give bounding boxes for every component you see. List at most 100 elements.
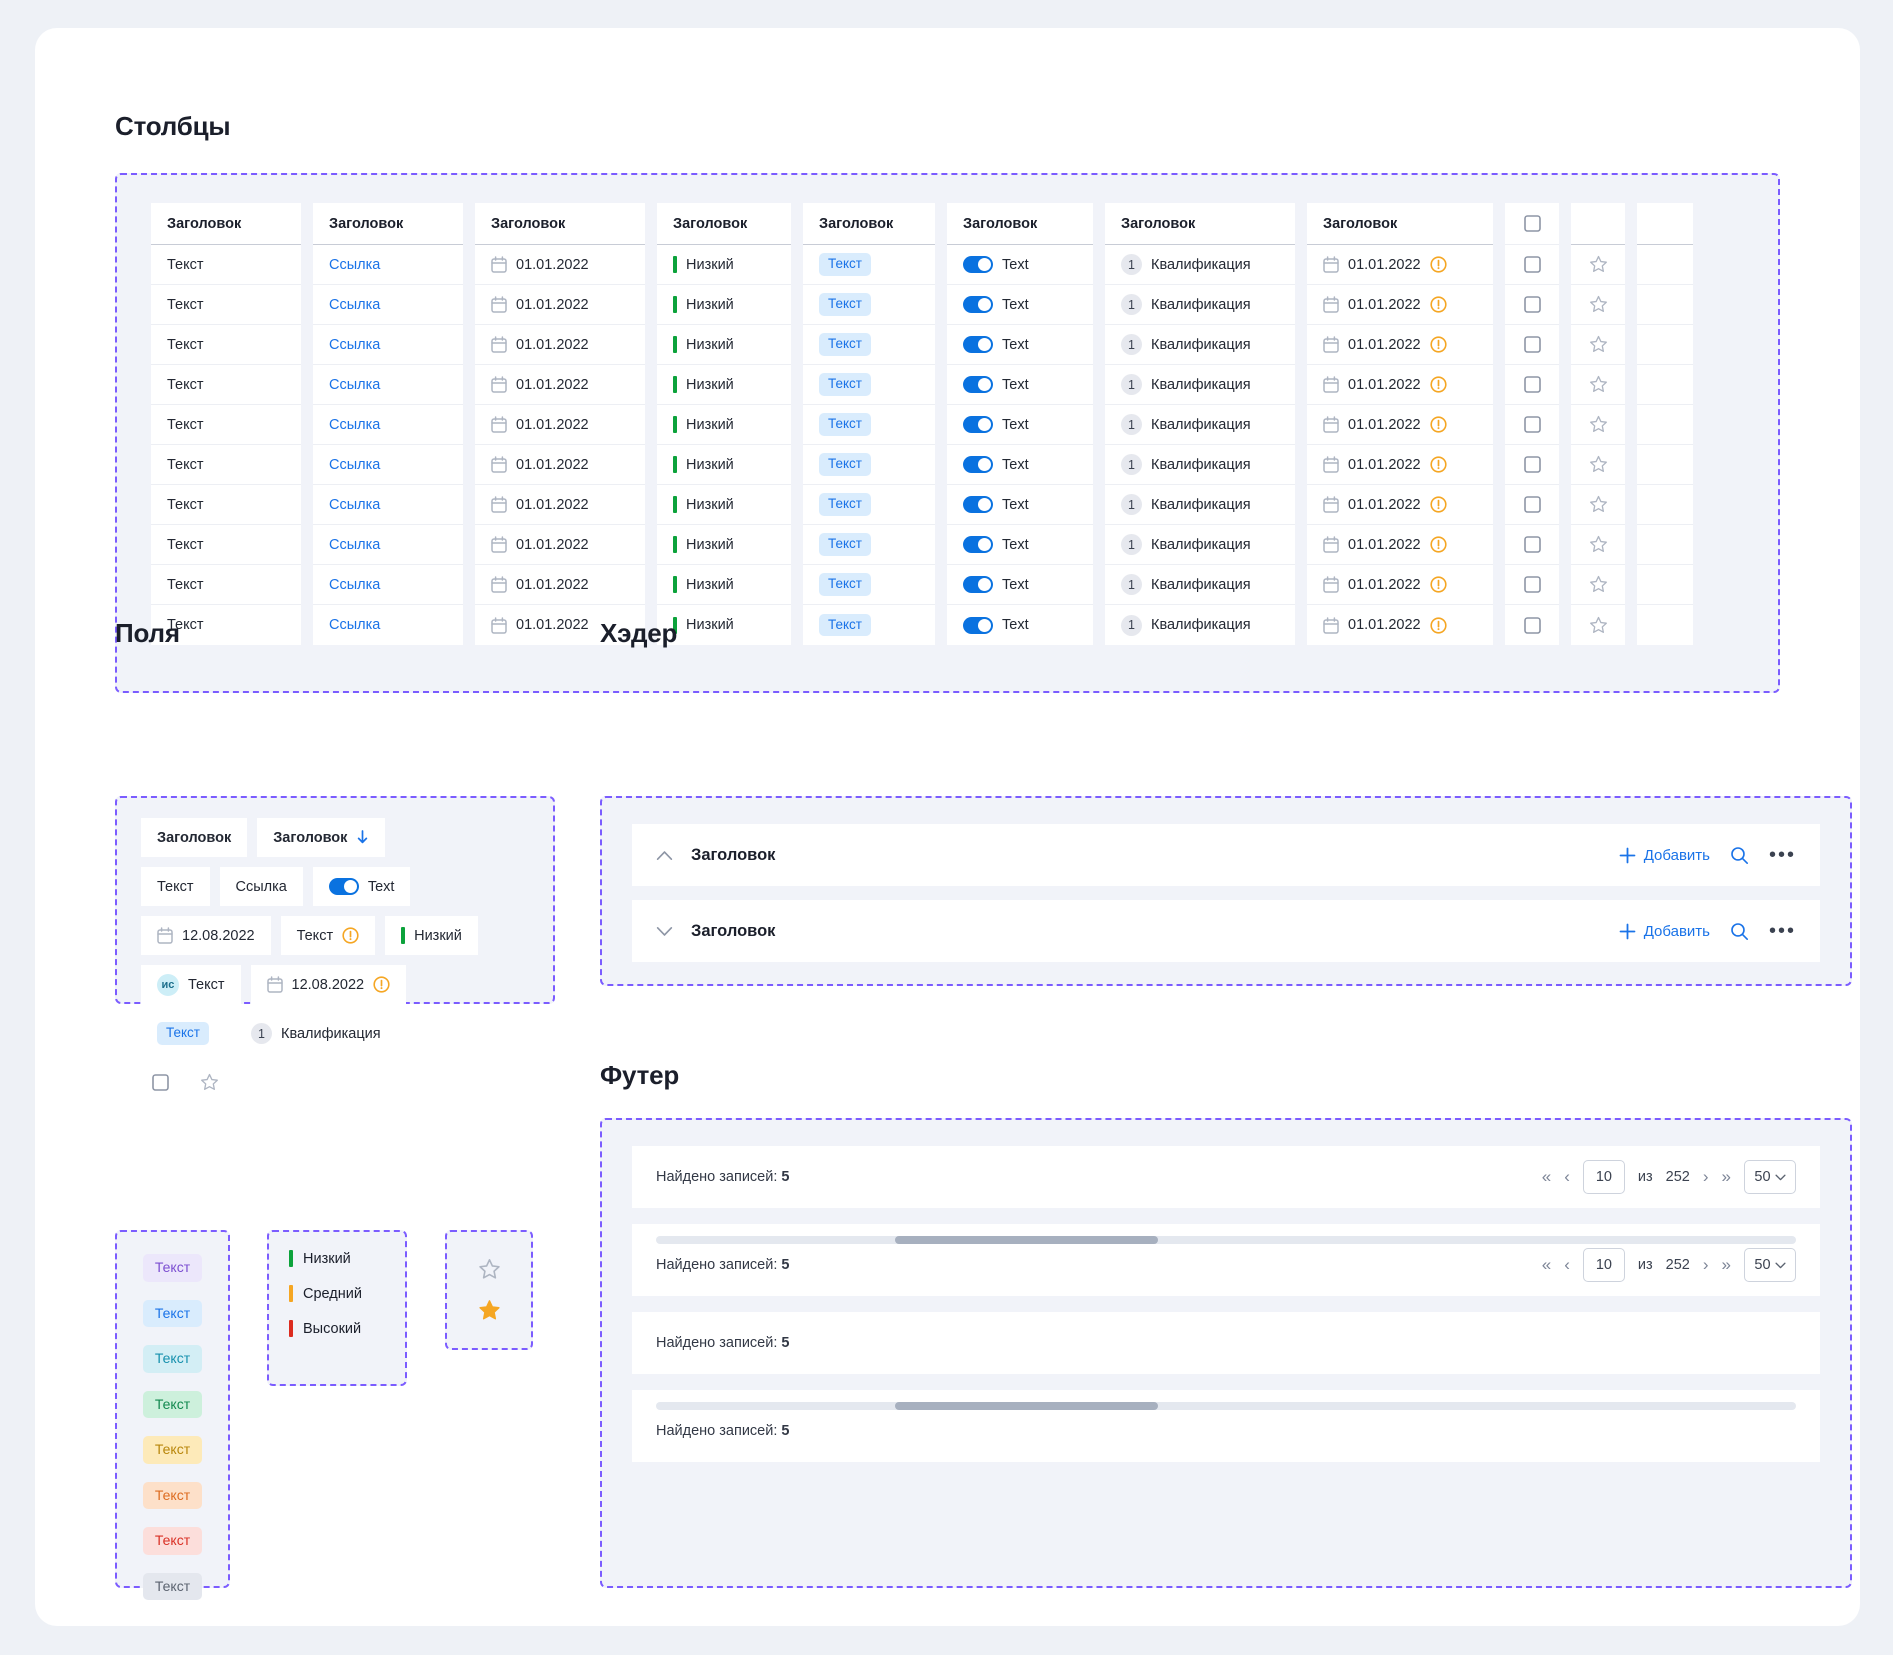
table-cell-link[interactable]: Ссылка — [313, 285, 463, 325]
toggle-switch[interactable] — [963, 296, 993, 313]
first-page-button[interactable]: « — [1542, 1255, 1551, 1275]
toggle-switch[interactable] — [963, 496, 993, 513]
column-header[interactable]: Заголовок — [475, 203, 645, 245]
field-link[interactable]: Ссылка — [219, 867, 303, 906]
table-cell-toggle[interactable]: Text — [947, 325, 1093, 365]
chevron-up-icon[interactable] — [656, 850, 673, 861]
table-cell-toggle[interactable]: Text — [947, 245, 1093, 285]
chevron-down-icon[interactable] — [656, 926, 673, 937]
field-toggle[interactable]: Text — [312, 867, 411, 906]
checkbox-icon[interactable] — [1523, 376, 1541, 393]
cell-link[interactable]: Ссылка — [329, 497, 380, 513]
table-cell-star[interactable] — [1571, 485, 1625, 525]
checkbox-icon[interactable] — [1523, 576, 1541, 593]
field-checkbox[interactable] — [141, 1063, 180, 1102]
toggle-switch[interactable] — [328, 878, 359, 895]
table-cell-star[interactable] — [1571, 405, 1625, 445]
scrollbar-thumb[interactable] — [895, 1402, 1158, 1410]
table-cell-link[interactable]: Ссылка — [313, 445, 463, 485]
cell-link[interactable]: Ссылка — [329, 577, 380, 593]
field-text[interactable]: Текст — [141, 867, 210, 906]
table-cell-checkbox[interactable] — [1505, 325, 1559, 365]
more-options-icon[interactable]: ••• — [1769, 845, 1796, 865]
checkbox-icon[interactable] — [1523, 416, 1541, 433]
more-options-icon[interactable]: ••• — [1769, 921, 1796, 941]
page-size-select[interactable]: 50 — [1744, 1160, 1796, 1194]
add-button[interactable]: Добавить — [1619, 847, 1710, 864]
field-text-warning[interactable]: Текст — [280, 916, 376, 955]
column-header[interactable] — [1505, 203, 1559, 245]
scrollbar-thumb[interactable] — [895, 1236, 1158, 1244]
cell-link[interactable]: Ссылка — [329, 297, 380, 313]
checkbox-icon[interactable] — [152, 1074, 169, 1091]
table-cell-toggle[interactable]: Text — [947, 405, 1093, 445]
column-header[interactable]: Заголовок — [151, 203, 301, 245]
last-page-button[interactable]: » — [1722, 1255, 1731, 1275]
table-cell-toggle[interactable]: Text — [947, 485, 1093, 525]
table-cell-star[interactable] — [1571, 565, 1625, 605]
checkbox-icon[interactable] — [1523, 296, 1541, 313]
field-header-sorted[interactable]: Заголовок — [257, 818, 386, 857]
cell-link[interactable]: Ссылка — [329, 417, 380, 433]
toggle-switch[interactable] — [963, 536, 993, 553]
star-outline-icon[interactable] — [1589, 495, 1608, 514]
column-header[interactable]: Заголовок — [1307, 203, 1493, 245]
checkbox-icon[interactable] — [1523, 456, 1541, 473]
table-cell-checkbox[interactable] — [1505, 525, 1559, 565]
table-cell-checkbox[interactable] — [1505, 485, 1559, 525]
prev-page-button[interactable]: ‹ — [1564, 1255, 1570, 1275]
checkbox-icon[interactable] — [1523, 256, 1541, 273]
star-outline-icon[interactable] — [1589, 575, 1608, 594]
table-cell-checkbox[interactable] — [1505, 365, 1559, 405]
star-outline-icon[interactable] — [1589, 455, 1608, 474]
add-button[interactable]: Добавить — [1619, 923, 1710, 940]
star-outline-icon[interactable] — [1589, 295, 1608, 314]
cell-link[interactable]: Ссылка — [329, 457, 380, 473]
table-cell-link[interactable]: Ссылка — [313, 565, 463, 605]
checkbox-icon[interactable] — [1523, 336, 1541, 353]
toggle-switch[interactable] — [963, 376, 993, 393]
page-number-input[interactable]: 10 — [1582, 1160, 1625, 1194]
field-header-plain[interactable]: Заголовок — [141, 818, 248, 857]
table-cell-link[interactable]: Ссылка — [313, 605, 463, 645]
table-cell-star[interactable] — [1571, 365, 1625, 405]
table-cell-link[interactable]: Ссылка — [313, 365, 463, 405]
table-cell-link[interactable]: Ссылка — [313, 245, 463, 285]
checkbox-icon[interactable] — [1523, 536, 1541, 553]
table-cell-star[interactable] — [1571, 445, 1625, 485]
horizontal-scrollbar[interactable] — [656, 1402, 1796, 1410]
first-page-button[interactable]: « — [1542, 1167, 1551, 1187]
toggle-switch[interactable] — [963, 416, 993, 433]
checkbox-icon[interactable] — [1523, 496, 1541, 513]
checkbox-icon[interactable] — [1523, 215, 1541, 232]
table-cell-star[interactable] — [1571, 605, 1625, 645]
cell-link[interactable]: Ссылка — [329, 377, 380, 393]
star-outline-icon[interactable] — [200, 1073, 219, 1092]
table-cell-star[interactable] — [1571, 525, 1625, 565]
search-icon[interactable] — [1730, 922, 1749, 941]
page-size-select[interactable]: 50 — [1744, 1248, 1796, 1282]
field-avatar-text[interactable]: ис Текст — [141, 965, 241, 1004]
table-cell-toggle[interactable]: Text — [947, 605, 1093, 645]
star-outline-icon[interactable] — [1589, 415, 1608, 434]
table-cell-toggle[interactable]: Text — [947, 445, 1093, 485]
checkbox-icon[interactable] — [1523, 616, 1541, 634]
table-cell-checkbox[interactable] — [1505, 565, 1559, 605]
toggle-switch[interactable] — [963, 576, 993, 593]
field-star[interactable] — [190, 1063, 229, 1102]
toggle-switch[interactable] — [963, 336, 993, 353]
column-header[interactable] — [1571, 203, 1625, 245]
field-priority[interactable]: Низкий — [385, 916, 478, 955]
toggle-switch[interactable] — [963, 256, 993, 273]
field-tag[interactable]: Текст — [141, 1014, 225, 1053]
table-cell-checkbox[interactable] — [1505, 605, 1559, 645]
column-header[interactable]: Заголовок — [947, 203, 1093, 245]
table-cell-toggle[interactable]: Text — [947, 285, 1093, 325]
last-page-button[interactable]: » — [1722, 1167, 1731, 1187]
table-cell-toggle[interactable]: Text — [947, 565, 1093, 605]
table-cell-star[interactable] — [1571, 285, 1625, 325]
star-outline-icon[interactable] — [1589, 616, 1608, 635]
star-outline-icon[interactable] — [1589, 535, 1608, 554]
star-outline-icon[interactable] — [1589, 255, 1608, 274]
table-cell-link[interactable]: Ссылка — [313, 485, 463, 525]
